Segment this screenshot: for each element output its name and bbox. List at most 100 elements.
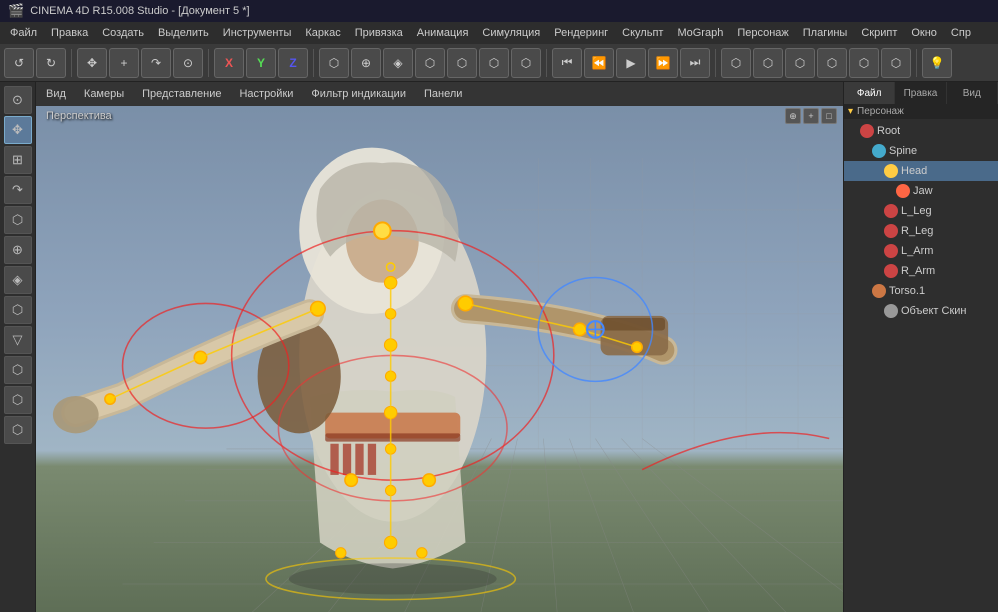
scale-button[interactable]: ⊙ <box>173 48 203 78</box>
menu-select[interactable]: Выделить <box>152 25 215 41</box>
play-forward-fast-button[interactable]: ⏩ <box>648 48 678 78</box>
menu-render[interactable]: Рендеринг <box>548 25 614 41</box>
skin-icon <box>884 304 898 318</box>
menu-edit[interactable]: Правка <box>45 25 94 41</box>
tree-item-larm[interactable]: L_Arm <box>844 241 998 261</box>
sculpt-tool[interactable]: ▽ <box>4 326 32 354</box>
tree-item-rarm[interactable]: R_Arm <box>844 261 998 281</box>
paint-tool[interactable]: ⬡ <box>4 386 32 414</box>
mode-edge-button[interactable]: ⬡ <box>479 48 509 78</box>
grid-tool[interactable]: ⬡ <box>4 356 32 384</box>
rotate-button[interactable]: ↷ <box>141 48 171 78</box>
rotate-tool[interactable]: ↷ <box>4 176 32 204</box>
menu-help[interactable]: Спр <box>945 25 977 41</box>
right-tab-file[interactable]: Файл <box>844 82 895 104</box>
toolbar-render-group: ⬡ ⬡ ⬡ ⬡ ⬡ ⬡ <box>721 48 911 78</box>
move-tool[interactable]: ✥ <box>4 116 32 144</box>
menu-window[interactable]: Окно <box>905 25 943 41</box>
lleg-label: L_Leg <box>901 205 932 217</box>
axis-z-button[interactable]: Z <box>278 48 308 78</box>
bridge-tool[interactable]: ⬡ <box>4 296 32 324</box>
play-back-fast-button[interactable]: ⏮ <box>552 48 582 78</box>
vp-menu-filter[interactable]: Фильтр индикации <box>307 86 410 102</box>
menu-file[interactable]: Файл <box>4 25 43 41</box>
extra-tool[interactable]: ⬡ <box>4 416 32 444</box>
menubar: Файл Правка Создать Выделить Инструменты… <box>0 22 998 44</box>
jaw-label: Jaw <box>913 185 933 197</box>
tree-item-head[interactable]: Head <box>844 161 998 181</box>
menu-simulate[interactable]: Симуляция <box>476 25 546 41</box>
tree-item-rleg[interactable]: R_Leg <box>844 221 998 241</box>
viewport[interactable]: Вид Камеры Представление Настройки Фильт… <box>36 82 843 612</box>
knife-tool[interactable]: ◈ <box>4 266 32 294</box>
tree-item-jaw[interactable]: Jaw <box>844 181 998 201</box>
tree-item-lleg[interactable]: L_Leg <box>844 201 998 221</box>
scale-tool[interactable]: ⊞ <box>4 146 32 174</box>
mode-edit-button[interactable]: ◈ <box>383 48 413 78</box>
menu-mograph[interactable]: MoGraph <box>671 25 729 41</box>
render-queue-button[interactable]: ⬡ <box>849 48 879 78</box>
tree-item-root[interactable]: Root <box>844 121 998 141</box>
toolbar-sep-1 <box>71 49 72 77</box>
root-icon <box>860 124 874 138</box>
add-button[interactable]: + <box>109 48 139 78</box>
menu-tools[interactable]: Инструменты <box>217 25 298 41</box>
mode-model-button[interactable]: ⬡ <box>319 48 349 78</box>
menu-create[interactable]: Создать <box>96 25 150 41</box>
rarm-icon <box>884 264 898 278</box>
menu-character[interactable]: Персонаж <box>731 25 794 41</box>
vp-menu-panels[interactable]: Панели <box>420 86 466 102</box>
vp-nav-btn[interactable]: ⊕ <box>785 108 801 124</box>
render-all-button[interactable]: ⬡ <box>785 48 815 78</box>
torso-label: Torso.1 <box>889 285 925 297</box>
select-tool[interactable]: ⊙ <box>4 86 32 114</box>
menu-animate[interactable]: Анимация <box>411 25 475 41</box>
redo-button[interactable]: ↻ <box>36 48 66 78</box>
mode-tex-button[interactable]: ⬡ <box>415 48 445 78</box>
titlebar: 🎬 CINEMA 4D R15.008 Studio - [Документ 5… <box>0 0 998 22</box>
toolbar-transform-group: ✥ + ↷ ⊙ <box>77 48 203 78</box>
axis-y-button[interactable]: Y <box>246 48 276 78</box>
menu-wireframe[interactable]: Каркас <box>299 25 346 41</box>
vp-menu-display[interactable]: Представление <box>138 86 225 102</box>
play-end-button[interactable]: ⏭ <box>680 48 710 78</box>
render-region-button[interactable]: ⬡ <box>721 48 751 78</box>
menu-snap[interactable]: Привязка <box>349 25 409 41</box>
torso-icon <box>872 284 886 298</box>
jaw-icon <box>896 184 910 198</box>
mode-object-button[interactable]: ⊕ <box>351 48 381 78</box>
head-icon <box>884 164 898 178</box>
title-text: CINEMA 4D R15.008 Studio - [Документ 5 *… <box>30 5 249 17</box>
vp-menu-view[interactable]: Вид <box>42 86 70 102</box>
toolbar-undo-group: ↺ ↻ <box>4 48 66 78</box>
undo-button[interactable]: ↺ <box>4 48 34 78</box>
rarm-label: R_Arm <box>901 265 935 277</box>
axis-x-button[interactable]: X <box>214 48 244 78</box>
move-tool-button[interactable]: ✥ <box>77 48 107 78</box>
tree-item-spine[interactable]: Spine <box>844 141 998 161</box>
tree-item-skin[interactable]: Объект Скин <box>844 301 998 321</box>
mode-poly-button[interactable]: ⬡ <box>511 48 541 78</box>
play-forward-button[interactable]: ▶ <box>616 48 646 78</box>
toolbar-playback-group: ⏮ ⏪ ▶ ⏩ ⏭ <box>552 48 710 78</box>
toolbar: ↺ ↻ ✥ + ↷ ⊙ X Y Z ⬡ ⊕ ◈ ⬡ ⬡ ⬡ ⬡ ⏮ ⏪ ▶ ⏩ … <box>0 44 998 82</box>
render-multi-button[interactable]: ⬡ <box>881 48 911 78</box>
main-area: ⊙ ✥ ⊞ ↷ ⬡ ⊕ ◈ ⬡ ▽ ⬡ ⬡ ⬡ Вид Камеры Предс… <box>0 82 998 612</box>
vp-menu-cameras[interactable]: Камеры <box>80 86 128 102</box>
right-tab-edit[interactable]: Правка <box>895 82 946 104</box>
menu-script[interactable]: Скрипт <box>855 25 903 41</box>
poly-tool[interactable]: ⬡ <box>4 206 32 234</box>
mode-point-button[interactable]: ⬡ <box>447 48 477 78</box>
menu-plugins[interactable]: Плагины <box>797 25 854 41</box>
light-button[interactable]: 💡 <box>922 48 952 78</box>
vp-menu-options[interactable]: Настройки <box>235 86 297 102</box>
right-tab-view[interactable]: Вид <box>947 82 998 104</box>
vp-zoom-btn[interactable]: + <box>803 108 819 124</box>
menu-sculpt[interactable]: Скульпт <box>616 25 669 41</box>
vp-fit-btn[interactable]: □ <box>821 108 837 124</box>
play-back-button[interactable]: ⏪ <box>584 48 614 78</box>
tree-item-torso[interactable]: Torso.1 <box>844 281 998 301</box>
render-view-button[interactable]: ⬡ <box>753 48 783 78</box>
render-settings-button[interactable]: ⬡ <box>817 48 847 78</box>
magnet-tool[interactable]: ⊕ <box>4 236 32 264</box>
